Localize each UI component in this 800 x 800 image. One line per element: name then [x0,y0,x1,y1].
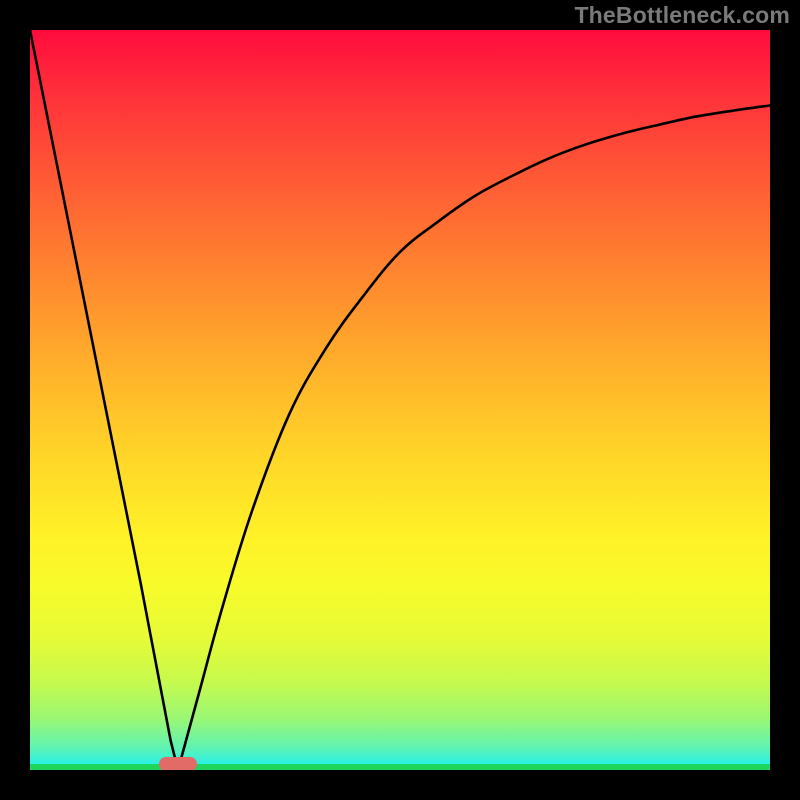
right-branch-line [178,105,770,770]
watermark-text: TheBottleneck.com [574,2,790,29]
plot-area [30,30,770,770]
chart-frame: TheBottleneck.com [0,0,800,800]
left-branch-line [30,30,178,770]
bottleneck-marker [159,757,197,770]
curve-layer [30,30,770,770]
